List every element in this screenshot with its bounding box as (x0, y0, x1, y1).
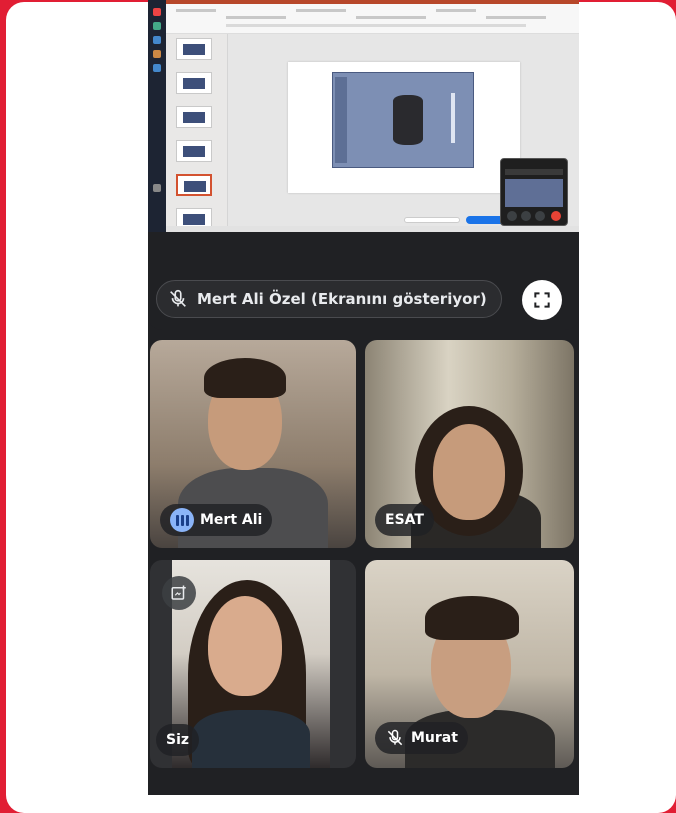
presenter-label: Mert Ali Özel (Ekranını gösteriyor) (197, 290, 487, 308)
participant-name: Mert Ali (200, 512, 263, 528)
slide-thumbnail (176, 140, 212, 162)
participant-tile-mert-ali[interactable]: Mert Ali (150, 340, 356, 548)
taskbar-app-icon (153, 50, 161, 58)
ppt-status-bar (166, 226, 579, 232)
ppt-ribbon (166, 4, 579, 34)
participant-name: ESAT (385, 512, 424, 528)
taskbar-app-icon (153, 64, 161, 72)
screen-share-panel: Mert Ali Özel (Ekranını gösteriyor) (148, 0, 579, 330)
slide-thumbnail-active (176, 174, 212, 196)
participant-name-chip: Murat (375, 722, 468, 754)
participant-name: Murat (411, 730, 458, 746)
picture-in-picture-icon (171, 585, 186, 600)
participant-name: Siz (166, 732, 190, 748)
mic-off-icon (170, 289, 186, 307)
taskbar-app-icon (153, 36, 161, 44)
audio-level-icon (170, 508, 194, 532)
presenter-label-chip: Mert Ali Özel (Ekranını gösteriyor) (156, 280, 502, 318)
slide-thumbnail (176, 38, 212, 60)
meet-pip-window (500, 158, 568, 226)
cad-screenshot (332, 72, 474, 168)
participant-name-chip: Siz (156, 724, 200, 756)
notification-bar (404, 217, 460, 223)
fullscreen-icon (534, 292, 550, 308)
shared-screen-content[interactable] (148, 0, 579, 232)
meet-window: Mert Ali Özel (Ekranını gösteriyor) Mert… (148, 0, 579, 795)
fullscreen-button[interactable] (522, 280, 562, 320)
self-tile-action-button[interactable] (162, 576, 196, 610)
participant-name-chip: Mert Ali (160, 504, 273, 536)
windows-taskbar (148, 0, 166, 232)
participant-name-chip: ESAT (375, 504, 434, 536)
taskbar-app-icon (153, 8, 161, 16)
bottom-bar (148, 772, 579, 795)
mic-off-icon (387, 729, 403, 746)
taskbar-app-icon (153, 22, 161, 30)
taskbar-app-icon (153, 184, 161, 192)
slide-thumbnail (176, 72, 212, 94)
participant-tile-esat[interactable]: ESAT (365, 340, 574, 548)
participant-tile-self[interactable]: Siz (150, 560, 356, 768)
slide-thumbnails (166, 34, 228, 232)
current-slide (288, 62, 520, 193)
participant-tile-murat[interactable]: Murat (365, 560, 574, 768)
slide-thumbnail (176, 106, 212, 128)
